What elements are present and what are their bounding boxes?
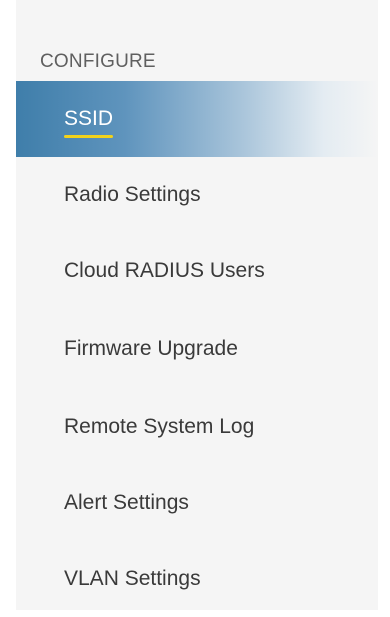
- sidebar-item-label: Radio Settings: [64, 183, 201, 206]
- sidebar-item-alert-settings[interactable]: Alert Settings: [16, 465, 378, 541]
- sidebar-item-vlan-settings[interactable]: VLAN Settings: [16, 541, 378, 617]
- configure-sidebar: CONFIGURE SSID Radio Settings Cloud RADI…: [16, 0, 378, 610]
- sidebar-item-label: SSID: [64, 107, 114, 138]
- sidebar-item-label: Alert Settings: [64, 491, 189, 514]
- sidebar-item-firmware-upgrade[interactable]: Firmware Upgrade: [16, 311, 378, 387]
- sidebar-item-cloud-radius-users[interactable]: Cloud RADIUS Users: [16, 233, 378, 309]
- sidebar-item-label: Firmware Upgrade: [64, 337, 238, 360]
- sidebar-item-label: VLAN Settings: [64, 567, 201, 590]
- sidebar-item-label: Cloud RADIUS Users: [64, 259, 265, 282]
- sidebar-item-ssid[interactable]: SSID: [16, 81, 378, 157]
- sidebar-item-remote-system-log[interactable]: Remote System Log: [16, 389, 378, 465]
- content-edge: [378, 0, 390, 610]
- section-header-configure: CONFIGURE: [40, 51, 156, 72]
- sidebar-item-radio-settings[interactable]: Radio Settings: [16, 157, 378, 233]
- sidebar-item-label: Remote System Log: [64, 415, 255, 438]
